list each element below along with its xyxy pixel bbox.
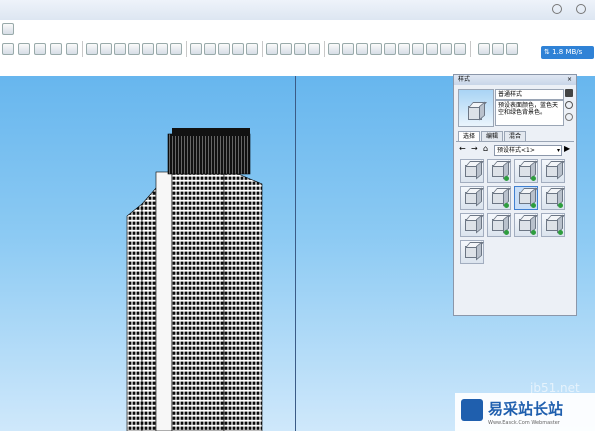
style-name-field[interactable]: 普通样式: [495, 89, 564, 100]
style-thumb[interactable]: [487, 159, 511, 183]
offset-icon[interactable]: [308, 43, 320, 55]
style-preview: [458, 89, 494, 127]
style-thumb[interactable]: [460, 213, 484, 237]
select-icon[interactable]: [190, 43, 202, 55]
style-thumb[interactable]: [460, 186, 484, 210]
ruby-icon[interactable]: [506, 43, 518, 55]
blue-axis-line: [295, 76, 296, 431]
scale-icon[interactable]: [294, 43, 306, 55]
home-icon[interactable]: ⌂: [483, 144, 488, 153]
minimize-icon[interactable]: [552, 4, 562, 14]
look-around-icon[interactable]: [440, 43, 452, 55]
section-icon[interactable]: [170, 43, 182, 55]
dimension-icon[interactable]: [356, 43, 368, 55]
zoom-window-icon[interactable]: [128, 43, 140, 55]
zoom-icon[interactable]: [114, 43, 126, 55]
library-dropdown-value: 预设样式<1>: [497, 147, 535, 154]
eraser-icon[interactable]: [50, 43, 62, 55]
paint-icon[interactable]: [18, 43, 30, 55]
tab-edit-label: 编辑: [485, 133, 498, 140]
style-thumb[interactable]: [514, 159, 538, 183]
details-arrow-icon[interactable]: ▶: [564, 144, 570, 153]
network-speed-text: 1.8 MB/s: [552, 48, 583, 56]
network-icon: ⇅: [544, 48, 550, 56]
line-icon[interactable]: [204, 43, 216, 55]
tab-edit[interactable]: 编辑: [481, 131, 503, 141]
network-speed-badge: ⇅ 1.8 MB/s: [541, 46, 594, 59]
extension-icon[interactable]: [492, 43, 504, 55]
style-thumb-selected[interactable]: [514, 186, 538, 210]
zoom-extents-icon[interactable]: [142, 43, 154, 55]
panel-title: 样式: [458, 76, 471, 83]
warehouse-icon[interactable]: [478, 43, 490, 55]
watermark: 易采站长站 Www.Easck.Com Webmaster: [455, 393, 595, 431]
save-icon[interactable]: [2, 43, 14, 55]
style-thumb[interactable]: [514, 213, 538, 237]
styles-panel: 样式 × 普通样式 预设表面颜色，蓝色天空和绿色背景色。 选择 编辑 混合 ← …: [453, 74, 577, 316]
rotate-icon[interactable]: [280, 43, 292, 55]
style-description-field[interactable]: 预设表面颜色，蓝色天空和绿色背景色。: [495, 100, 564, 126]
push-pull-icon[interactable]: [328, 43, 340, 55]
style-thumb[interactable]: [460, 240, 484, 264]
rectangle-icon[interactable]: [246, 43, 258, 55]
arc-icon[interactable]: [218, 43, 230, 55]
main-toolbar: ⇅ 1.8 MB/s: [0, 20, 595, 75]
watermark-logo-icon: [461, 399, 483, 421]
walk-icon[interactable]: [426, 43, 438, 55]
position-camera-icon[interactable]: [454, 43, 466, 55]
style-thumb[interactable]: [541, 159, 565, 183]
style-name-text: 普通样式: [498, 91, 523, 98]
style-thumb[interactable]: [541, 213, 565, 237]
style-thumb[interactable]: [487, 213, 511, 237]
back-arrow-icon[interactable]: ←: [459, 144, 466, 153]
previous-view-icon[interactable]: [156, 43, 168, 55]
create-style-icon[interactable]: [565, 89, 573, 97]
pan-icon[interactable]: [100, 43, 112, 55]
freehand-icon[interactable]: [232, 43, 244, 55]
watermark-brand: 易采站长站: [488, 400, 564, 418]
watermark-subtitle: Www.Easck.Com Webmaster: [488, 420, 560, 426]
style-thumb[interactable]: [487, 186, 511, 210]
style-thumb[interactable]: [541, 186, 565, 210]
chevron-down-icon: ▾: [556, 147, 560, 154]
tab-mix-label: 混合: [508, 133, 521, 140]
tape-icon[interactable]: [66, 43, 78, 55]
refresh-icon[interactable]: [565, 113, 573, 121]
close-icon[interactable]: ×: [567, 75, 572, 85]
protractor-icon[interactable]: [370, 43, 382, 55]
tab-divider: [456, 141, 574, 142]
style-description-text: 预设表面颜色，蓝色天空和绿色背景色。: [498, 102, 559, 116]
tab-mix[interactable]: 混合: [504, 131, 526, 141]
axes-icon[interactable]: [398, 43, 410, 55]
library-dropdown[interactable]: 预设样式<1> ▾: [494, 145, 562, 156]
update-style-icon[interactable]: [565, 101, 573, 109]
text-icon[interactable]: [384, 43, 396, 55]
3d-text-icon[interactable]: [412, 43, 424, 55]
tab-select[interactable]: 选择: [458, 131, 480, 141]
component-icon[interactable]: [34, 43, 46, 55]
move-icon[interactable]: [266, 43, 278, 55]
open-icon[interactable]: [2, 23, 14, 35]
forward-arrow-icon[interactable]: →: [471, 144, 478, 153]
tab-select-label: 选择: [462, 133, 475, 140]
panel-title-bar[interactable]: 样式 ×: [454, 75, 576, 85]
orbit-icon[interactable]: [86, 43, 98, 55]
window-control-icon[interactable]: [576, 4, 586, 14]
window-title-bar: [0, 0, 595, 21]
style-thumb[interactable]: [460, 159, 484, 183]
follow-me-icon[interactable]: [342, 43, 354, 55]
